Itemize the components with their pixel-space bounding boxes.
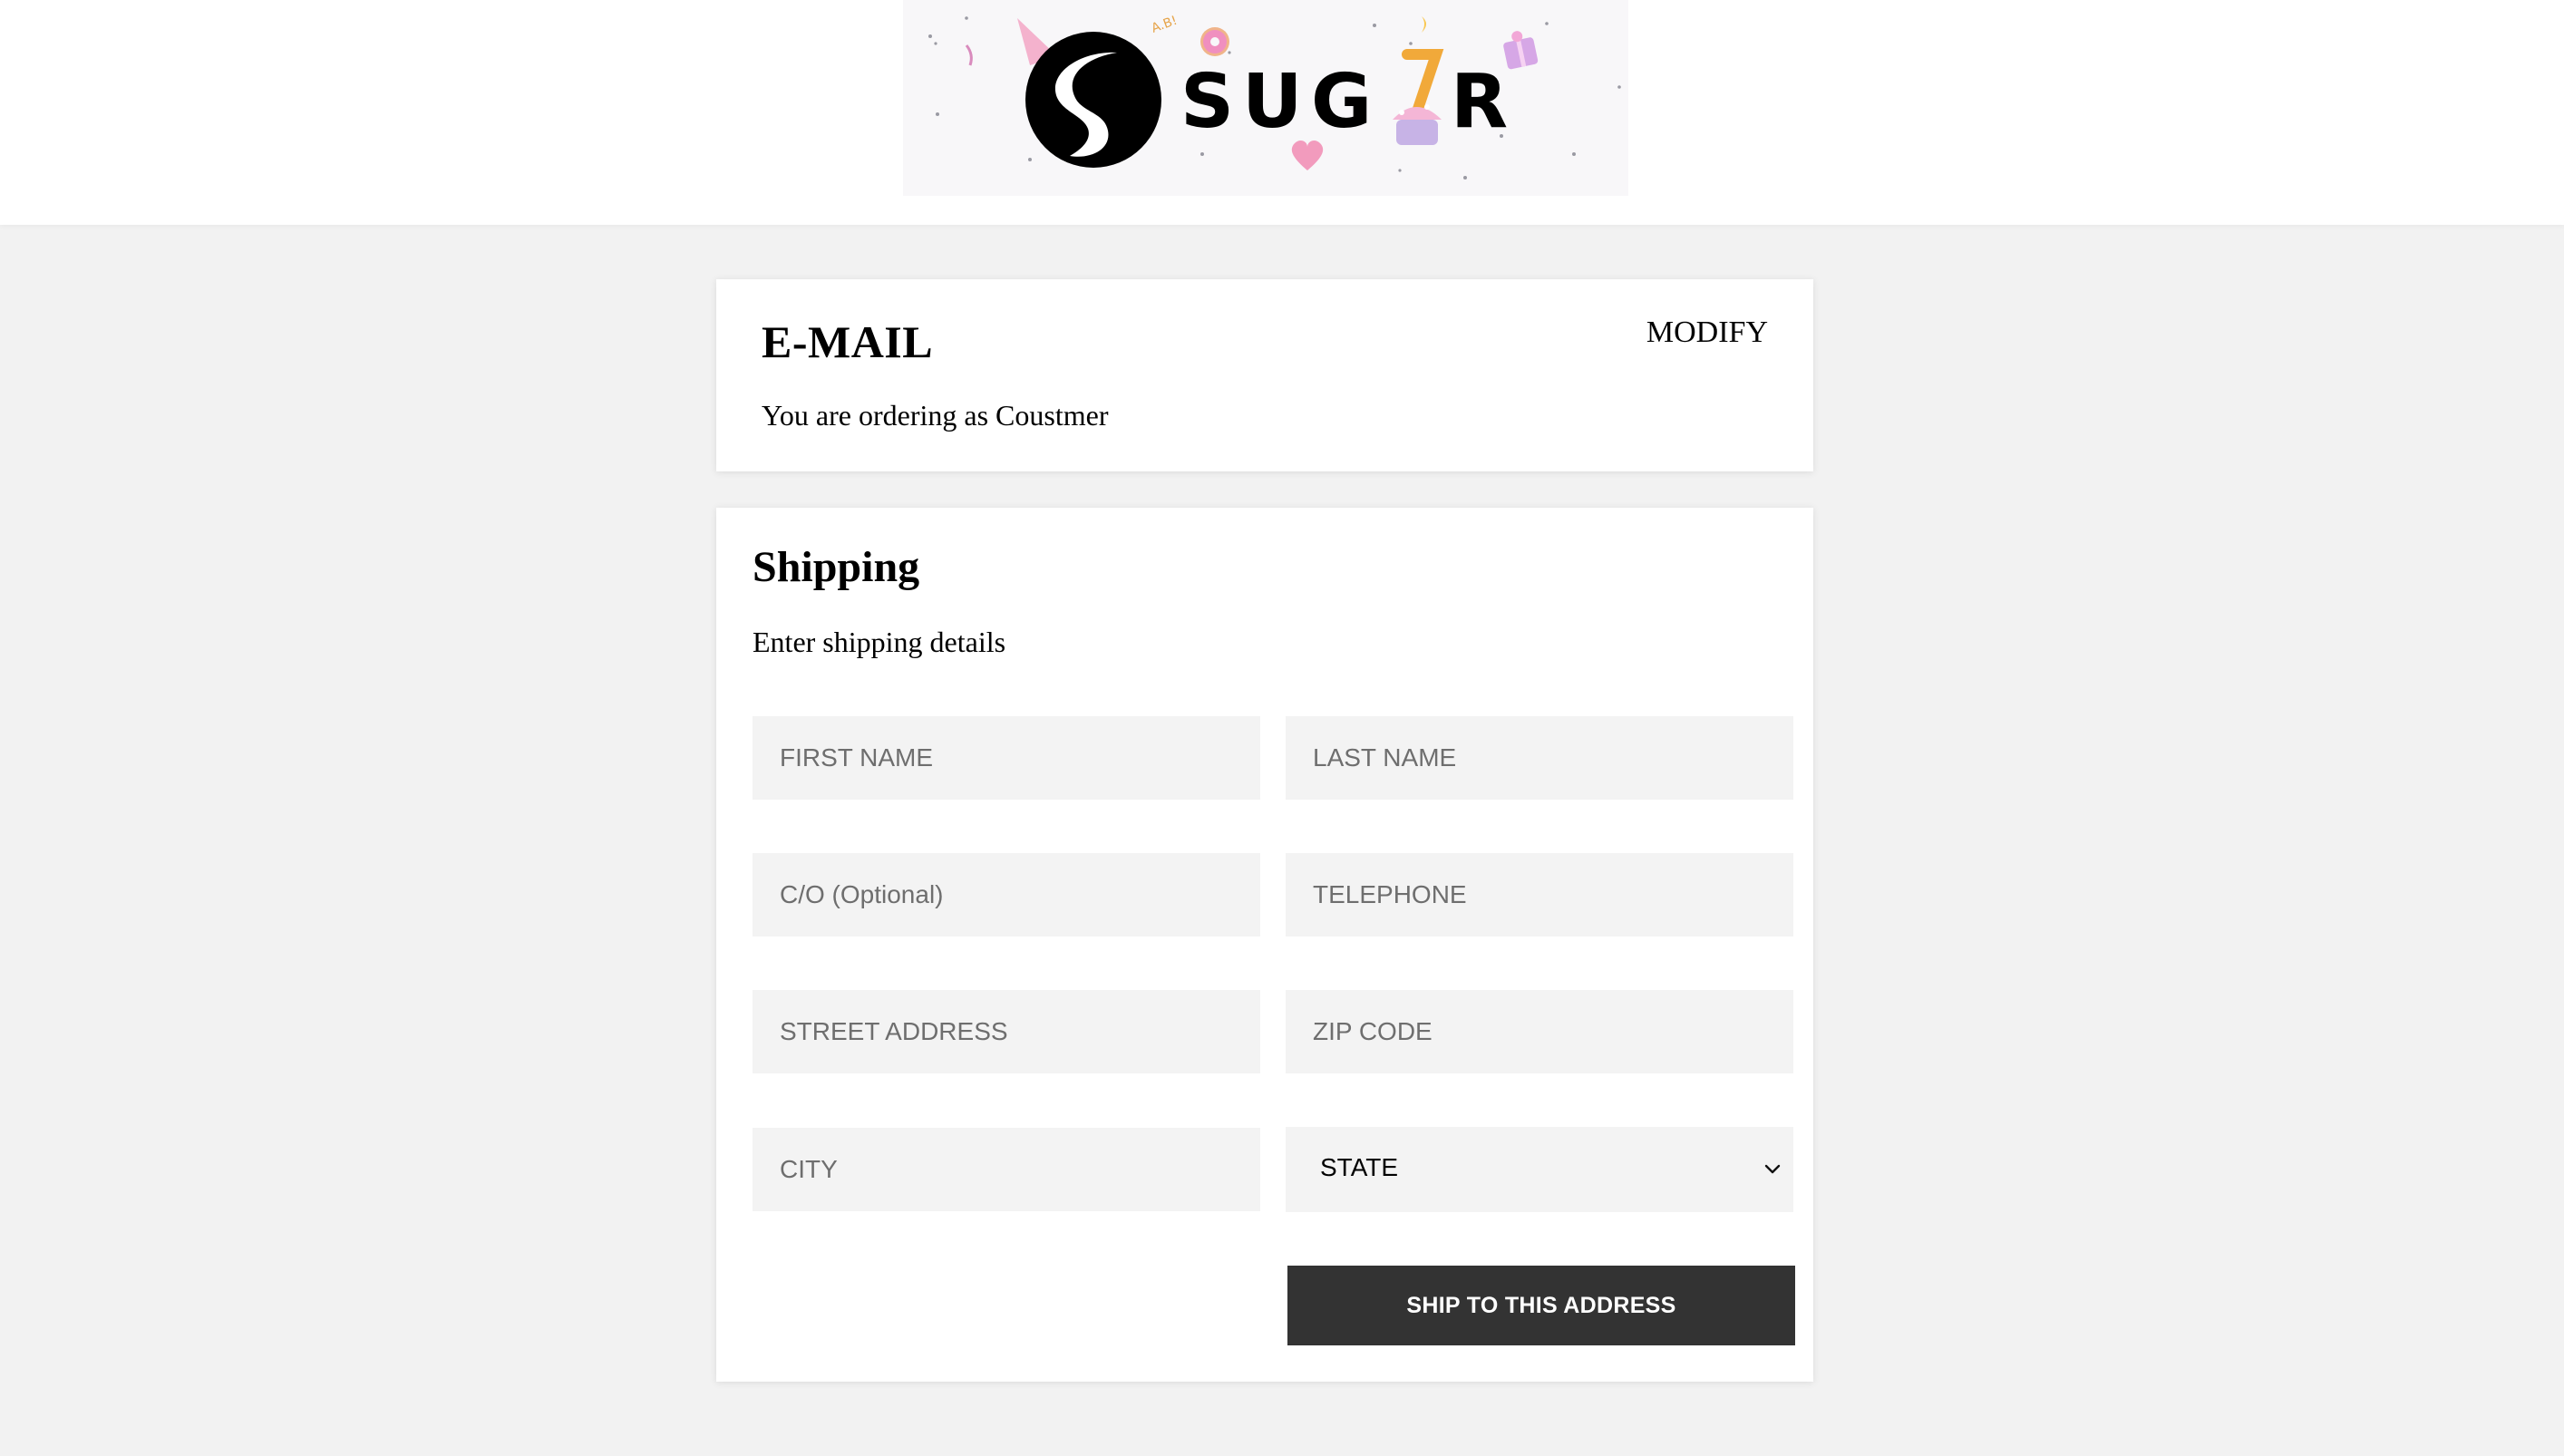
city-input[interactable] — [753, 1128, 1260, 1211]
brand-letter: R — [1451, 59, 1508, 145]
brand-letter: G — [1311, 59, 1372, 145]
brand-banner[interactable]: A.B! S U G R — [903, 0, 1628, 196]
brand-logo: A.B! S U G R — [928, 14, 1621, 180]
first-name-input[interactable] — [753, 716, 1260, 800]
brand-letter: S — [1180, 59, 1236, 145]
birthday-cupcake-icon — [1393, 16, 1444, 145]
care-of-input[interactable] — [753, 853, 1260, 937]
last-name-input[interactable] — [1286, 716, 1793, 800]
chevron-down-icon — [1764, 1164, 1781, 1174]
ordering-as-text: You are ordering as Coustmer — [762, 399, 1109, 432]
zip-code-input[interactable] — [1286, 990, 1793, 1073]
state-select[interactable]: STATE — [1286, 1127, 1793, 1212]
shipping-subtitle: Enter shipping details — [753, 626, 1006, 658]
street-address-input[interactable] — [753, 990, 1260, 1073]
shipping-title: Shipping — [753, 543, 920, 591]
svg-text:A.B!: A.B! — [1150, 14, 1180, 36]
site-header: A.B! S U G R — [0, 0, 2564, 225]
modify-email-link[interactable]: MODIFY — [1646, 315, 1768, 350]
telephone-input[interactable] — [1286, 853, 1793, 937]
email-card: E-MAIL MODIFY You are ordering as Coustm… — [716, 279, 1813, 471]
sugar-s-logo-icon — [1025, 32, 1161, 168]
donut-icon — [1200, 27, 1229, 56]
brand-letter: U — [1242, 59, 1303, 145]
shipping-card: Shipping Enter shipping details STATE SH… — [716, 508, 1813, 1382]
state-select-value: STATE — [1320, 1153, 1399, 1181]
ship-to-address-button[interactable]: SHIP TO THIS ADDRESS — [1287, 1266, 1795, 1345]
email-section-title: E-MAIL — [762, 316, 934, 367]
